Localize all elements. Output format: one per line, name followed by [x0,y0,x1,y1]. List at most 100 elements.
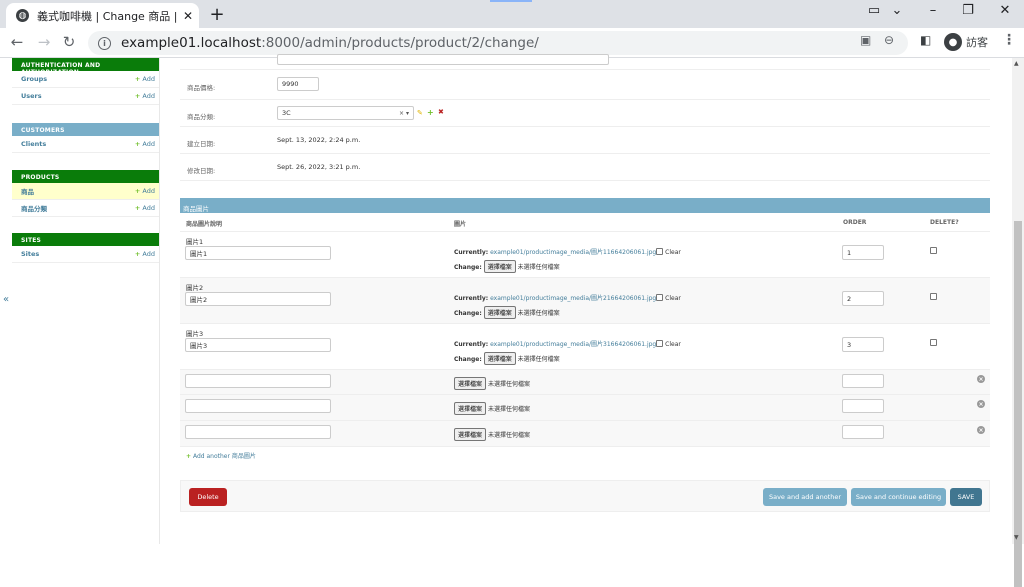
sidebar-link[interactable]: 商品分類 [21,203,47,213]
scroll-up-icon[interactable]: ▲ [1014,60,1019,67]
inline-row-title: 圖片1 [186,238,204,246]
delete-checkbox[interactable] [930,247,937,254]
save-continue-button[interactable]: Save and continue editing [851,488,946,506]
modified-value: Sept. 26, 2022, 3:21 p.m. [277,163,361,171]
sidebar-link[interactable]: Groups [21,75,47,83]
add-label: Add [142,250,155,258]
delete-checkbox[interactable] [930,293,937,300]
profile-button[interactable]: ● 訪客 [944,33,988,51]
choose-file-button[interactable]: 選擇檔案 [483,306,516,319]
sidebar-toggle-icon[interactable]: « [3,294,9,305]
info-icon[interactable]: i [98,36,111,50]
description-textarea[interactable] [277,54,609,65]
clear-checkbox[interactable] [656,248,664,255]
empty-inline-row: 選擇檔案 未選擇任何檔案 × [180,395,990,421]
chevron-down-icon[interactable]: ⌄ [887,3,907,18]
sidebar-link[interactable]: Clients [21,140,46,148]
file-link[interactable]: example01/productimage_media/圖片316642060… [490,341,656,348]
add-link[interactable]: + Add [135,92,155,100]
clear-select-icon[interactable]: × ▾ [399,110,409,117]
price-input[interactable]: 9990 [277,77,319,91]
save-add-another-button[interactable]: Save and add another [763,488,847,506]
add-link[interactable]: + Add [135,187,155,195]
choose-file-button[interactable]: 選擇檔案 [454,402,487,415]
file-link[interactable]: example01/productimage_media/圖片216642060… [490,295,656,302]
delete-related-icon[interactable]: ✖ [438,108,444,116]
close-tab-icon[interactable]: ✕ [183,9,193,23]
plus-icon: + [134,75,141,83]
order-input[interactable]: 3 [842,337,884,352]
remove-row-icon[interactable]: × [977,400,985,408]
image-desc-input[interactable] [185,399,331,413]
image-desc-input[interactable] [185,425,331,439]
file-link[interactable]: example01/productimage_media/圖片116642060… [490,249,656,256]
back-icon[interactable]: ← [8,33,26,51]
category-label: 商品分類: [187,113,216,121]
sidebar-link[interactable]: 商品 [21,186,34,196]
add-related-icon[interactable]: + [427,108,434,117]
category-select[interactable]: 3C × ▾ [277,106,414,120]
remove-row-icon[interactable]: × [977,426,985,434]
restore-icon[interactable]: ❐ [958,3,978,18]
zoom-icon[interactable]: ⊖ [884,33,894,47]
change-form: 商品價格: 9990 商品分類: 3C × ▾ ✎ + ✖ 建立日期: Sept… [180,54,990,544]
sidebar-item-sites: Sites + Add [12,246,159,263]
image-desc-input[interactable]: 圖片3 [185,338,331,352]
image-desc-input[interactable]: 圖片2 [185,292,331,306]
browser-tab[interactable]: ◍ 義式咖啡機 | Change 商品 | Djan ✕ [6,3,199,28]
add-label: Add [142,75,155,83]
delete-checkbox[interactable] [930,339,937,346]
sidebar-link[interactable]: Sites [21,250,39,258]
sidebar-link[interactable]: Users [21,92,42,100]
translate-icon[interactable]: ▣ [860,33,871,47]
globe-icon: ◍ [16,9,29,22]
plus-icon: + [134,140,141,148]
clear-checkbox[interactable] [656,294,664,301]
scroll-down-icon[interactable]: ▼ [1014,534,1019,541]
reload-icon[interactable]: ↻ [60,33,78,51]
scrollbar-thumb[interactable] [1014,221,1022,587]
current-file: Currently: example01/productimage_media/… [454,339,681,348]
order-input[interactable]: 1 [842,245,884,260]
add-link[interactable]: + Add [135,250,155,258]
menu-icon[interactable]: ⋮ [1002,32,1016,48]
image-desc-input[interactable] [185,374,331,388]
scrollbar[interactable]: ▲ ▼ [1012,58,1024,587]
choose-file-button[interactable]: 選擇檔案 [483,352,516,365]
add-link[interactable]: + Add [135,204,155,212]
edit-pencil-icon[interactable]: ✎ [417,109,423,117]
new-tab-icon[interactable]: + [207,4,227,25]
plus-icon: + [134,187,141,195]
delete-button[interactable]: Delete [189,488,227,506]
tab-indicator [490,0,532,2]
remove-row-icon[interactable]: × [977,375,985,383]
add-link[interactable]: + Add [135,140,155,148]
order-input[interactable] [842,399,884,413]
add-link[interactable]: + Add [135,75,155,83]
url-path: :8000/admin/products/product/2/change/ [261,35,539,51]
order-input[interactable]: 2 [842,291,884,306]
change-file: Change: 選擇檔案 未選擇任何檔案 [454,306,560,319]
address-bar[interactable]: i example01.localhost:8000/admin/product… [88,31,908,55]
order-input[interactable] [842,425,884,439]
save-button[interactable]: SAVE [950,488,982,506]
order-input[interactable] [842,374,884,388]
empty-inline-row: 選擇檔案 未選擇任何檔案 × [180,370,990,395]
change-file: 選擇檔案 未選擇任何檔案 [454,402,530,415]
choose-file-button[interactable]: 選擇檔案 [483,260,516,273]
minimize-icon[interactable]: – [923,3,943,18]
plus-icon: + [186,453,192,460]
clear-checkbox[interactable] [656,340,664,347]
clear-label: Clear [665,295,681,302]
close-window-icon[interactable]: ✕ [995,3,1015,18]
choose-file-button[interactable]: 選擇檔案 [454,428,487,441]
side-panel-icon[interactable]: ◧ [920,33,931,47]
add-another-label: Add another 商品圖片 [192,453,256,460]
tab-search-icon[interactable]: ▭ [864,3,884,18]
sidebar-item-clients: Clients + Add [12,136,159,153]
forward-icon[interactable]: → [35,33,53,51]
category-value: 3C [282,109,291,117]
add-another-link[interactable]: + Add another 商品圖片 [186,451,256,460]
image-desc-input[interactable]: 圖片1 [185,246,331,260]
choose-file-button[interactable]: 選擇檔案 [454,377,487,390]
